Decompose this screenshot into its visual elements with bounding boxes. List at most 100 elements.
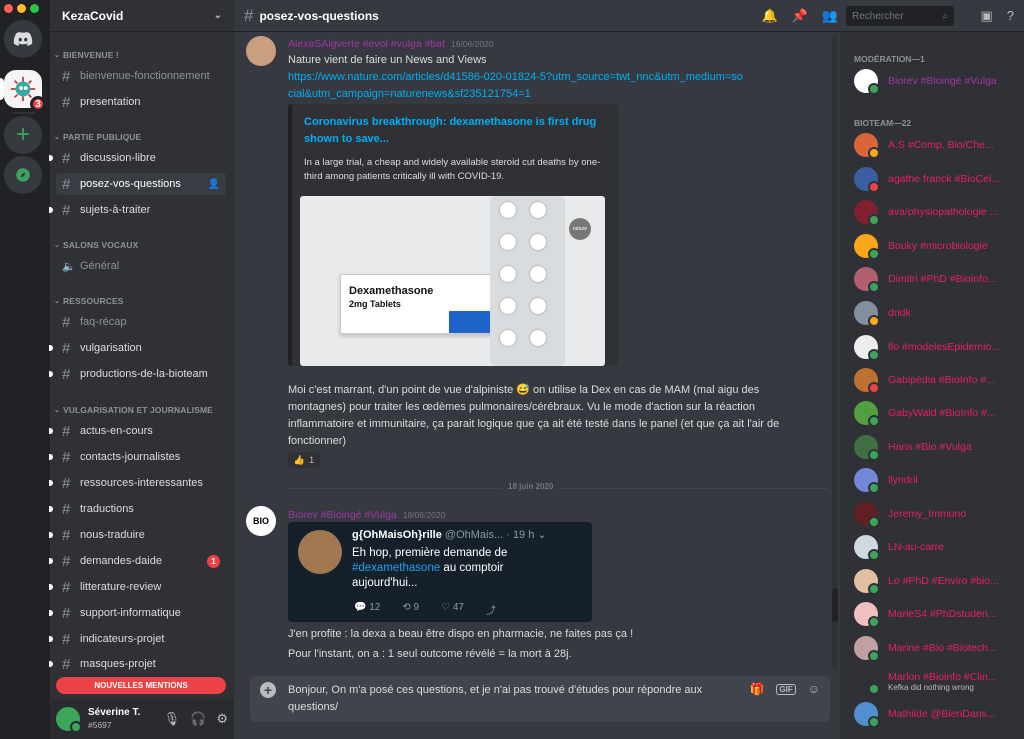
member-item[interactable]: LN-au-carre <box>854 532 1022 562</box>
member-item[interactable]: Mathilde @BienDans... <box>854 699 1022 729</box>
user-discriminator: #5697 <box>88 720 112 730</box>
category-salons-vocaux[interactable]: ⌄ SALONS VOCAUX <box>50 240 138 250</box>
member-item[interactable]: Marine #Bio #Biotech... <box>854 633 1022 663</box>
attach-plus-icon[interactable]: + <box>260 682 276 698</box>
avatar[interactable]: BIO <box>246 506 276 536</box>
chevron-down-icon[interactable]: ⌄ <box>537 529 546 541</box>
category-vulgarisation-journalisme[interactable]: ⌄ VULGARISATION ET JOURNALISME <box>50 405 213 415</box>
reaction-thumbs-up[interactable]: 👍 1 <box>288 452 320 468</box>
minimize-window-button[interactable] <box>17 4 26 13</box>
member-item[interactable]: Dimitri #PhD #Bioinfo... <box>854 264 1022 294</box>
member-item[interactable]: A.S #Comp. Bio/Che... <box>854 130 1022 160</box>
channel-masques-projet[interactable]: # masques-projet <box>49 653 226 675</box>
member-item[interactable]: ava/physiopathologie ... <box>854 197 1022 227</box>
member-item[interactable]: MarieS4 #PhDstuden... <box>854 599 1022 629</box>
embed-title[interactable]: Coronavirus breakthrough: dexamethasone … <box>304 114 604 148</box>
member-item[interactable]: llyndril <box>854 465 1022 495</box>
chat-scrollbar[interactable] <box>832 36 838 668</box>
channel-presentation[interactable]: # presentation <box>56 91 226 113</box>
close-window-button[interactable] <box>4 4 13 13</box>
message-input[interactable]: + Bonjour, On m'a posé ces questions, et… <box>250 676 830 722</box>
gift-icon[interactable]: 🎁 <box>749 682 764 696</box>
search-input[interactable]: Rechercher ⌕ <box>846 6 954 26</box>
channel-litterature-review[interactable]: # litterature-review <box>49 576 226 598</box>
headphones-icon[interactable]: 🎧 <box>190 711 206 727</box>
retweet-count: 9 <box>413 602 420 613</box>
message-text: Nature vient de faire un News and Views <box>288 54 487 66</box>
scrollbar-thumb[interactable] <box>832 588 838 622</box>
member-item[interactable]: Bouky #microbiologie <box>854 231 1022 261</box>
maximize-window-button[interactable] <box>30 4 39 13</box>
member-item[interactable]: Lo #PhD #Enviro #bio... <box>854 566 1022 596</box>
unread-indicator <box>49 454 53 460</box>
nature-logo: nature <box>569 218 591 240</box>
channel-traductions[interactable]: # traductions <box>49 498 226 520</box>
channel-contacts-journalistes[interactable]: # contacts-journalistes <box>49 446 226 468</box>
chevron-down-icon: ⌄ <box>54 134 60 141</box>
message-author[interactable]: AlexaSAigverte #evol #vulga #bat <box>288 38 445 50</box>
channel-indicateurs-projet[interactable]: # indicateurs-projet <box>49 628 226 650</box>
channel-sujets-a-traiter[interactable]: # sujets-à-traiter <box>49 199 226 221</box>
channel-actus-en-cours[interactable]: # actus-en-cours <box>49 420 226 442</box>
help-icon[interactable]: ? <box>1007 8 1014 24</box>
server-header[interactable]: KezaCovid ⌄ <box>50 0 234 32</box>
inbox-icon[interactable]: ▣ <box>980 8 992 24</box>
member-item[interactable]: Biorev #Bioingé #Vulga <box>854 66 1022 96</box>
unread-indicator <box>49 532 53 538</box>
date-divider: 18 juin 2020 <box>288 482 828 491</box>
new-mentions-button[interactable]: NOUVELLES MENTIONS <box>56 677 226 694</box>
member-item[interactable]: GabyWald #BioInfo #... <box>854 398 1022 428</box>
voice-channel-general[interactable]: 🔈 Général <box>56 255 226 277</box>
add-server-button[interactable]: + <box>4 116 42 154</box>
share-icon[interactable]: ⤴ <box>486 602 496 617</box>
tweet-hashtag[interactable]: #dexamethasone <box>352 562 440 574</box>
category-partie-publique[interactable]: ⌄ PARTIE PUBLIQUE <box>50 132 141 142</box>
channel-demandes-daide[interactable]: # demandes-daide 1 <box>49 550 226 572</box>
channel-label: posez-vos-questions <box>80 178 181 190</box>
category-ressources[interactable]: ⌄ RESSOURCES <box>50 296 123 306</box>
member-item[interactable]: Gabipédia #BioInfo #... <box>854 365 1022 395</box>
home-button[interactable] <box>4 20 42 58</box>
channel-bienvenue-fonctionnement[interactable]: # bienvenue-fonctionnement <box>56 65 226 87</box>
user-avatar[interactable] <box>56 707 82 733</box>
message-link[interactable]: https://www.nature.com/articles/d41586-0… <box>288 69 748 103</box>
channel-posez-vos-questions[interactable]: # posez-vos-questions 👤 <box>56 173 226 195</box>
gif-icon[interactable]: GIF <box>776 683 796 695</box>
members-icon[interactable]: 👥 <box>822 8 838 24</box>
channel-productions-de-la-bioteam[interactable]: # productions-de-la-bioteam <box>49 363 226 385</box>
channel-ressources-interessantes[interactable]: # ressources-interessantes <box>49 472 226 494</box>
reply-action[interactable]: 💬 12 <box>354 602 380 617</box>
member-item[interactable]: agathe franck #BioCel... <box>854 164 1022 194</box>
pin-icon[interactable]: 📌 <box>792 8 808 24</box>
retweet-action[interactable]: ⟲ 9 <box>402 602 419 617</box>
tweet-embed[interactable]: g{OhMaisOh}rille @OhMais... · 19 h ⌄ Eh … <box>288 522 592 622</box>
message-draft-text[interactable]: Bonjour, On m'a posé ces questions, et j… <box>288 682 728 716</box>
channel-vulgarisation[interactable]: # vulgarisation <box>49 337 226 359</box>
member-item[interactable]: flo #modelesEpidemio... <box>854 332 1022 362</box>
category-label: VULGARISATION ET JOURNALISME <box>62 405 213 415</box>
server-kezacovid[interactable]: 3 <box>4 70 46 112</box>
channel-label: traductions <box>80 503 134 515</box>
member-name: MarieS4 #PhDstuden... <box>888 608 997 620</box>
avatar[interactable] <box>246 36 276 66</box>
channel-nous-traduire[interactable]: # nous-traduire <box>49 524 226 546</box>
gear-icon[interactable]: ⚙ <box>216 711 228 727</box>
message-author[interactable]: Biorev #Bioingé #Vulga <box>288 509 397 521</box>
like-action[interactable]: ♡ 47 <box>441 602 464 617</box>
member-item[interactable]: Marlon #Bioinfo #Clin... Kefka did nothin… <box>854 666 1022 696</box>
member-item[interactable]: dridk <box>854 298 1022 328</box>
hash-icon: # <box>62 365 71 383</box>
emoji-icon[interactable]: ☺ <box>808 682 820 696</box>
channel-discussion-libre[interactable]: # discussion-libre <box>49 147 226 169</box>
embed-image[interactable]: Dexamethasone 2mg Tablets nature <box>300 196 605 366</box>
category-label: BIENVENUE ! <box>62 50 119 60</box>
microphone-icon[interactable]: 🎙 <box>164 711 181 727</box>
category-bienvenue[interactable]: ⌄ BIENVENUE ! <box>50 50 119 60</box>
explore-servers-button[interactable] <box>4 156 42 194</box>
channel-faq-recap[interactable]: # faq-récap <box>56 311 226 333</box>
invite-icon[interactable]: 👤 <box>208 179 220 190</box>
member-item[interactable]: Hans #Bio #Vulga <box>854 432 1022 462</box>
bell-icon[interactable]: 🔔 <box>761 8 777 24</box>
channel-support-informatique[interactable]: # support-informatique <box>49 602 226 624</box>
member-item[interactable]: Jeremy_Immuno <box>854 499 1022 529</box>
